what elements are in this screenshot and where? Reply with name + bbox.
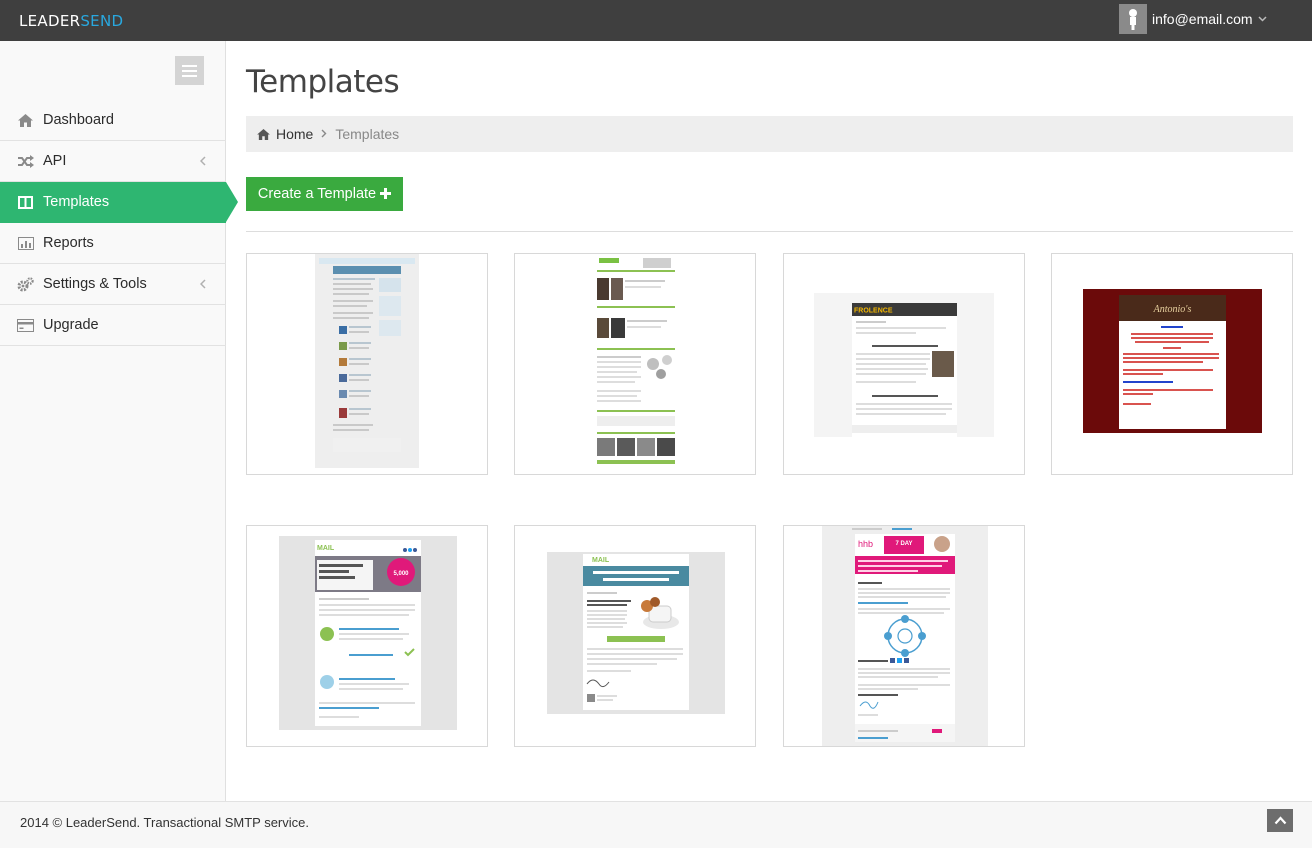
- chevron-left-icon: [199, 154, 206, 169]
- footer-copyright: 2014 © LeaderSend. Transactional SMTP se…: [20, 815, 309, 830]
- sidebar-item-label: Reports: [43, 235, 94, 251]
- template-thumbnail: [315, 254, 419, 468]
- breadcrumb: Home Templates: [246, 116, 1293, 152]
- top-navbar: LEADERSEND info@email.com: [0, 0, 1312, 41]
- user-avatar-icon: [1119, 4, 1147, 34]
- template-thumbnail: Antonio's: [1083, 289, 1262, 433]
- chevron-right-icon: [321, 127, 327, 141]
- user-menu[interactable]: info@email.com: [1119, 4, 1267, 34]
- home-icon: [17, 112, 34, 128]
- columns-icon: [17, 194, 34, 210]
- template-card[interactable]: [514, 253, 756, 475]
- template-card[interactable]: [246, 253, 488, 475]
- scroll-to-top-button[interactable]: [1267, 809, 1293, 832]
- brand-name-part1: LEADER: [19, 12, 81, 30]
- sidebar-item-dashboard[interactable]: Dashboard: [0, 100, 226, 141]
- sidebar-item-label: API: [43, 153, 67, 169]
- hamburger-menu-icon[interactable]: [175, 56, 204, 85]
- create-template-button[interactable]: Create a Template: [246, 177, 403, 211]
- credit-card-icon: [17, 317, 34, 333]
- chevron-up-icon: [1274, 812, 1287, 830]
- template-card[interactable]: hhb 7 DAY: [783, 525, 1025, 747]
- template-thumbnail: FROLENCE: [814, 293, 994, 437]
- thumb-logo-text: MAIL: [317, 545, 335, 552]
- bar-chart-icon: [17, 235, 34, 251]
- sidebar-item-label: Dashboard: [43, 112, 114, 128]
- template-card[interactable]: MAIL 5,000: [246, 525, 488, 747]
- sidebar-item-label: Templates: [43, 194, 110, 210]
- chevron-down-icon: [1258, 14, 1267, 24]
- footer: 2014 © LeaderSend. Transactional SMTP se…: [0, 801, 1312, 848]
- sidebar-item-templates[interactable]: Templates: [0, 182, 238, 223]
- divider: [246, 231, 1293, 232]
- create-template-label: Create a Template: [257, 186, 377, 202]
- sidebar-item-upgrade[interactable]: Upgrade: [0, 305, 226, 346]
- template-thumbnail: [595, 256, 677, 468]
- home-icon: [257, 128, 270, 140]
- thumb-badge-text: 5,000: [393, 571, 409, 577]
- gears-icon: [17, 276, 34, 292]
- thumb-logo-text: MAIL: [592, 557, 610, 564]
- brand-name-part2: SEND: [80, 12, 124, 30]
- brand-logo[interactable]: LEADERSEND: [19, 12, 123, 30]
- sidebar-item-reports[interactable]: Reports: [0, 223, 226, 264]
- thumb-title-text: FROLENCE: [854, 308, 893, 315]
- sidebar-item-label: Upgrade: [43, 317, 99, 333]
- thumb-badge-text: 7 DAY: [895, 541, 912, 547]
- shuffle-icon: [17, 153, 34, 169]
- template-thumbnail: hhb 7 DAY: [822, 526, 988, 746]
- breadcrumb-current: Templates: [335, 126, 400, 142]
- thumb-title-text: Antonio's: [1153, 304, 1192, 315]
- breadcrumb-home-link[interactable]: Home: [276, 126, 313, 142]
- template-card[interactable]: Antonio's: [1051, 253, 1293, 475]
- template-thumbnail: MAIL 5,000: [279, 536, 457, 730]
- thumb-logo-text: hhb: [858, 539, 873, 549]
- sidebar-item-api[interactable]: API: [0, 141, 226, 182]
- page-title: Templates: [246, 64, 400, 100]
- sidebar-nav: Dashboard API Templates Reports Settings…: [0, 100, 238, 346]
- sidebar: Dashboard API Templates Reports Settings…: [0, 41, 238, 801]
- template-card[interactable]: MAIL: [514, 525, 756, 747]
- user-email: info@email.com: [1152, 11, 1253, 27]
- template-thumbnail: MAIL: [547, 552, 725, 714]
- template-card[interactable]: FROLENCE: [783, 253, 1025, 475]
- plus-icon: [380, 184, 392, 204]
- chevron-left-icon: [199, 277, 206, 292]
- sidebar-item-label: Settings & Tools: [43, 276, 147, 292]
- sidebar-item-settings-tools[interactable]: Settings & Tools: [0, 264, 226, 305]
